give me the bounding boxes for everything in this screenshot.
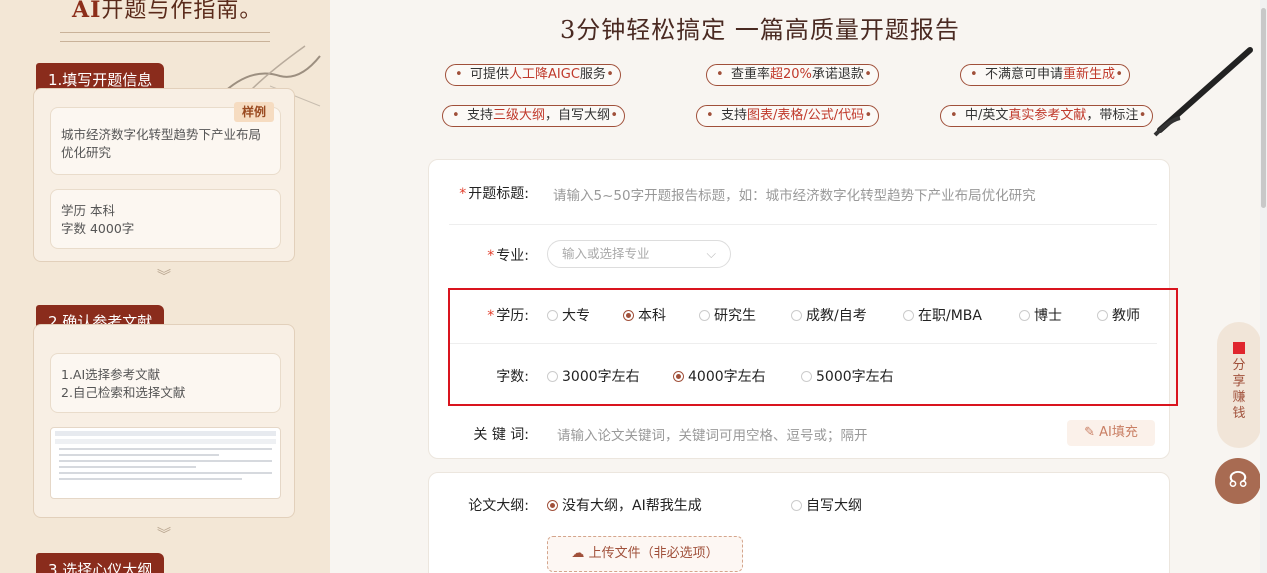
chevron-down-icon: ︾ [157, 527, 171, 543]
keywords-label: 关 键 词: [473, 427, 529, 443]
major-select[interactable]: 输入或选择专业 ⌵ [547, 240, 731, 268]
example-title: 城市经济数字化转型趋势下产业布局优化研究 [61, 127, 262, 160]
outline-label: 论文大纲: [468, 498, 529, 514]
share-text: 赚 [1232, 390, 1246, 405]
share-text: 享 [1232, 374, 1246, 389]
share-text: 钱 [1232, 406, 1246, 421]
example-meta-box: 学历 本科 字数 4000字 [50, 189, 281, 249]
feature-pill: 支持图表/表格/公式/代码 [696, 105, 880, 127]
feature-pill: 可提供人工降AIGC服务 [445, 64, 621, 86]
title-label: * 开题标题: [459, 186, 529, 202]
feature-pill: 查重率超20%承诺退款 [706, 64, 879, 86]
chevron-down-icon: ︾ [157, 269, 171, 285]
highlight-box [448, 288, 1178, 406]
example-badge: 样例 [233, 102, 274, 122]
scrollbar[interactable] [1260, 0, 1267, 573]
outline-option[interactable]: 没有大纲，AI帮我生成 [547, 495, 702, 515]
reference-screenshot-thumbnail [50, 427, 281, 499]
ai-fill-button[interactable]: ✎ AI填充 [1067, 420, 1155, 446]
title-input[interactable]: 请输入5~50字开题报告标题，如：城市经济数字化转型趋势下产业布局优化研究 [553, 184, 1153, 204]
pen-icon: ✎ [1084, 425, 1100, 440]
chevron-down-icon: ⌵ [706, 246, 716, 261]
keywords-input[interactable]: 请输入论文关键词，关键词可用空格、逗号或；隔开 [557, 424, 1037, 444]
step-2-card: 1.AI选择参考文献 2.自己检索和选择文献 [33, 324, 295, 518]
share-earn-button[interactable]: 分 享 赚 钱 [1217, 322, 1261, 448]
upload-file-button[interactable]: ☁ 上传文件（非必选项） [547, 536, 743, 572]
step-1-card: 样例 城市经济数字化转型趋势下产业布局优化研究 学历 本科 字数 4000字 [33, 88, 295, 262]
page-headline: 3分钟轻松搞定 一篇高质量开题报告 [560, 16, 960, 44]
outline-option[interactable]: 自写大纲 [791, 495, 862, 515]
reference-step-1: 1.AI选择参考文献 [61, 367, 161, 382]
gift-icon [1233, 342, 1245, 354]
guide-title: AI开题与作指南。 [72, 0, 263, 23]
example-title-box: 样例 城市经济数字化转型趋势下产业布局优化研究 [50, 102, 281, 175]
reference-step-2: 2.自己检索和选择文献 [61, 385, 186, 400]
customer-service-icon[interactable]: ☊ [1215, 458, 1261, 504]
step-3-tag: 3.选择心仪大纲 [36, 553, 165, 573]
feature-pill: 中/英文真实参考文献，带标注 [940, 105, 1154, 127]
brush-illustration [1153, 47, 1253, 137]
main-area: 3分钟轻松搞定 一篇高质量开题报告 可提供人工降AIGC服务 查重率超20%承诺… [330, 0, 1267, 573]
major-label: * 专业: [487, 248, 529, 264]
cloud-upload-icon: ☁ [571, 546, 589, 561]
feature-pill: 支持三级大纲，自写大纲 [442, 105, 626, 127]
example-word-count: 字数 4000字 [61, 221, 135, 236]
share-text: 分 [1232, 358, 1246, 373]
guide-sidebar: AI开题与作指南。 1.填写开题信息 样例 城市经济数字化转型趋势下产业布局优化… [0, 0, 330, 573]
feature-pill: 不满意可申请重新生成 [960, 64, 1131, 86]
example-education: 学历 本科 [61, 203, 115, 218]
scrollbar-thumb[interactable] [1261, 8, 1266, 208]
reference-steps-box: 1.AI选择参考文献 2.自己检索和选择文献 [50, 353, 281, 413]
outline-form-card: 论文大纲: 没有大纲，AI帮我生成 自写大纲 ☁ 上传文件（非必选项） [428, 472, 1170, 573]
